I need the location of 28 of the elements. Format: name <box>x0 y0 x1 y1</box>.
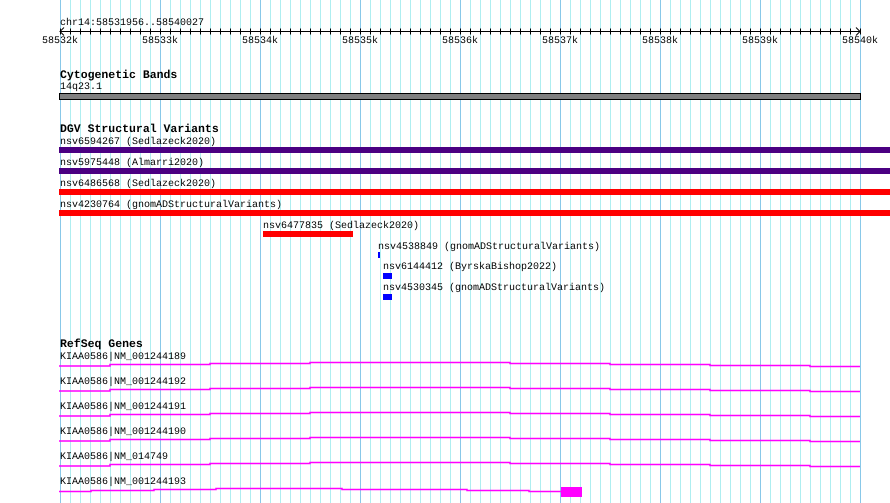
tick-label: 58533k <box>142 36 178 47</box>
tick-label: 58539k <box>742 36 778 47</box>
gene-label: KIAA0586|NM_001244190 <box>60 427 186 438</box>
variant-label: nsv4230764 (gnomADStructuralVariants) <box>60 200 282 211</box>
tick-label: 58532k <box>42 36 78 47</box>
variant-label: nsv4530345 (gnomADStructuralVariants) <box>383 283 606 294</box>
region-label: chr14:58531956..58540027 <box>60 18 204 29</box>
tick-label: 58535k <box>342 36 378 47</box>
gene-label: KIAA0586|NM_001244192 <box>60 377 186 388</box>
band-label: 14q23.1 <box>60 82 102 93</box>
variant-label: nsv5975448 (Almarri2020) <box>60 158 204 169</box>
track-title: DGV Structural Variants <box>60 123 219 136</box>
tick-label: 58537k <box>542 36 578 47</box>
variant-label: nsv6486568 (Sedlazeck2020) <box>60 179 216 190</box>
gene-label: KIAA0586|NM_001244189 <box>60 352 186 363</box>
variant-label: nsv6594267 (Sedlazeck2020) <box>60 137 216 148</box>
gene-label: KIAA0586|NM_014749 <box>60 452 168 463</box>
tick-label: 58538k <box>642 36 678 47</box>
tick-label: 58534k <box>242 36 278 47</box>
track-title: RefSeq Genes <box>60 338 143 351</box>
tick-label: 58536k <box>442 36 478 47</box>
variant-label: nsv6477835 (Sedlazeck2020) <box>263 221 420 232</box>
variant-label: nsv4538849 (gnomADStructuralVariants) <box>378 242 600 253</box>
tick-label: 58540k <box>842 36 878 47</box>
track-title: Cytogenetic Bands <box>60 69 178 82</box>
variant-label: nsv6144412 (ByrskaBishop2022) <box>383 262 558 273</box>
gene-label: KIAA0586|NM_001244193 <box>60 477 186 488</box>
gene-label: KIAA0586|NM_001244191 <box>60 402 186 413</box>
